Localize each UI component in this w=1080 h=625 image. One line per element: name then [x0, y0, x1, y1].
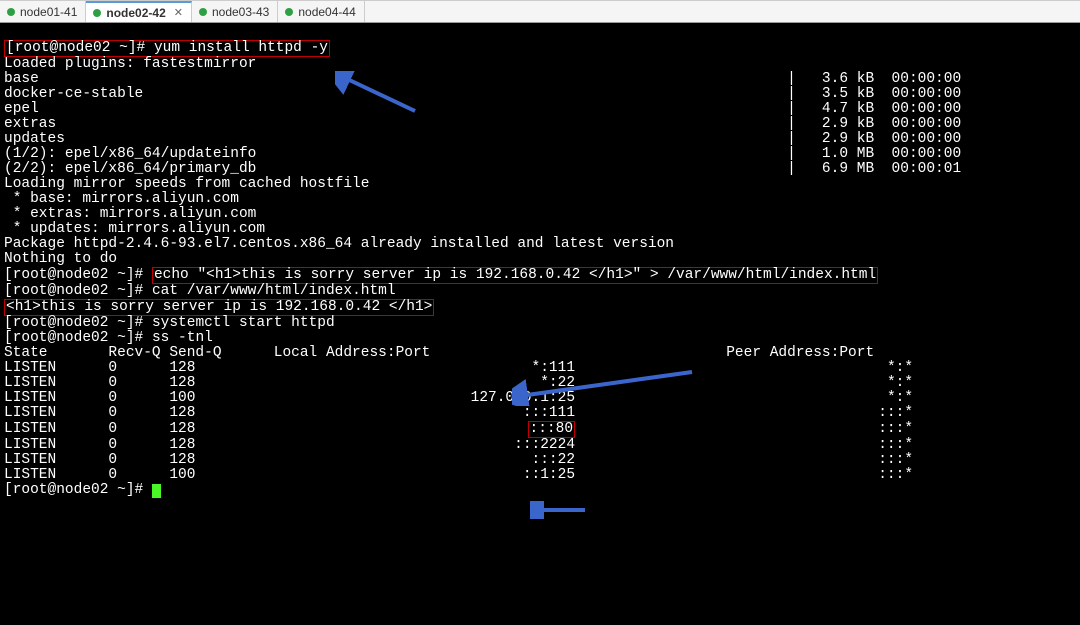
tab-node01[interactable]: node01-41 [0, 1, 86, 22]
cat-output: <h1>this is sorry server ip is 192.168.0… [6, 299, 432, 315]
terminal[interactable]: [root@node02 ~]# yum install httpd -y Lo… [0, 23, 1080, 625]
tab-label: node01-41 [20, 5, 77, 19]
cmd-yum: yum install httpd -y [154, 40, 328, 56]
pkg-installed: Package httpd-2.4.6-93.el7.centos.x86_64… [4, 236, 674, 252]
tab-label: node02-42 [106, 6, 165, 20]
status-dot-icon [6, 7, 16, 17]
shell-prompt: [root@node02 ~]# [4, 482, 152, 498]
shell-prompt: [root@node02 ~]# [4, 330, 152, 346]
status-dot-icon [284, 7, 294, 17]
cmd-start: systemctl start httpd [152, 315, 335, 331]
terminal-cursor [152, 484, 161, 498]
cmd-cat: cat /var/www/html/index.html [152, 283, 396, 299]
plugins-line: Loaded plugins: fastestmirror [4, 56, 256, 72]
cmd-echo: echo "<h1>this is sorry server ip is 192… [154, 267, 876, 283]
tab-node03[interactable]: node03-43 [192, 1, 278, 22]
mirror-header: Loading mirror speeds from cached hostfi… [4, 176, 369, 192]
tab-label: node04-44 [298, 5, 355, 19]
status-dot-icon [198, 7, 208, 17]
shell-prompt: [root@node02 ~]# [6, 40, 154, 56]
cmd-ss: ss -tnl [152, 330, 213, 346]
status-dot-icon [92, 8, 102, 18]
tab-bar: node01-41 node02-42 ✕ node03-43 node04-4… [0, 0, 1080, 23]
shell-prompt: [root@node02 ~]# [4, 315, 152, 331]
highlight-port-80: :::80 [528, 421, 576, 438]
shell-prompt: [root@node02 ~]# [4, 267, 152, 283]
nothing-to-do: Nothing to do [4, 251, 117, 267]
tab-node04[interactable]: node04-44 [278, 1, 364, 22]
tab-node02[interactable]: node02-42 ✕ [86, 1, 192, 22]
close-icon[interactable]: ✕ [174, 6, 183, 19]
tab-label: node03-43 [212, 5, 269, 19]
shell-prompt: [root@node02 ~]# [4, 283, 152, 299]
terminal-output: [root@node02 ~]# yum install httpd -y Lo… [4, 40, 1076, 498]
